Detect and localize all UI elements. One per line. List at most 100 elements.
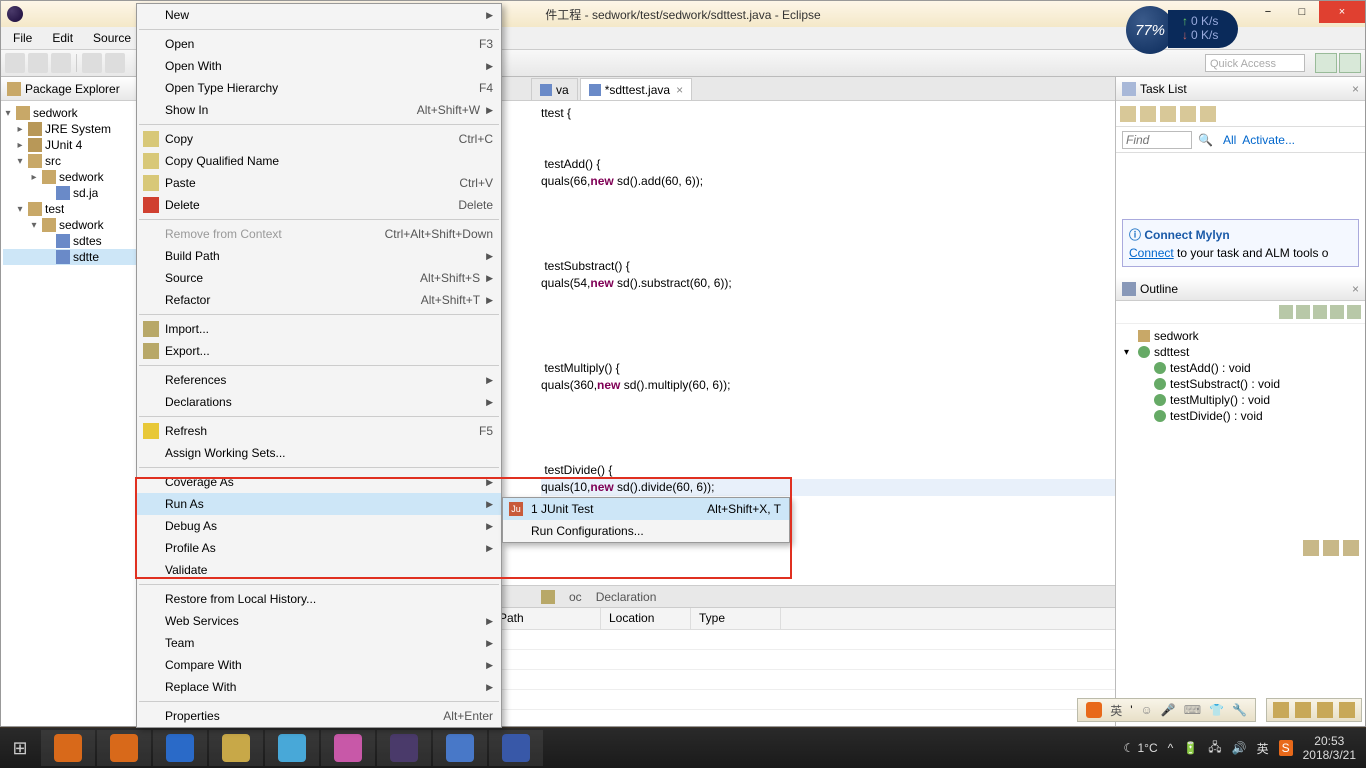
menu-item[interactable]: Import... bbox=[137, 318, 501, 340]
ime-toolbar[interactable]: 英 ' ☺ 🎤 ⌨ 👕 🔧 bbox=[1077, 698, 1256, 722]
menu-item[interactable]: Profile As▶ bbox=[137, 537, 501, 559]
taskbar-app[interactable] bbox=[97, 730, 151, 766]
menu-item[interactable]: Open Type HierarchyF4 bbox=[137, 77, 501, 99]
sort-icon[interactable] bbox=[1279, 305, 1293, 319]
menu-item[interactable]: Build Path▶ bbox=[137, 245, 501, 267]
menu-item[interactable]: New▶ bbox=[137, 4, 501, 26]
taskbar-app[interactable] bbox=[265, 730, 319, 766]
ime-mic-icon[interactable]: 🎤 bbox=[1161, 703, 1176, 717]
ime-extra-toolbar[interactable] bbox=[1266, 698, 1362, 722]
java-perspective-icon[interactable] bbox=[1315, 53, 1337, 73]
menu-item[interactable]: Show InAlt+Shift+W▶ bbox=[137, 99, 501, 121]
debug-icon[interactable] bbox=[82, 53, 102, 73]
outline-item[interactable]: ▾sdttest bbox=[1120, 344, 1361, 360]
taskbar-app[interactable] bbox=[321, 730, 375, 766]
menu-item[interactable]: DeleteDelete bbox=[137, 194, 501, 216]
menu-item[interactable]: Validate bbox=[137, 559, 501, 581]
menu-item[interactable]: RefactorAlt+Shift+T▶ bbox=[137, 289, 501, 311]
run-icon[interactable] bbox=[105, 53, 125, 73]
task-search-input[interactable] bbox=[1122, 131, 1192, 149]
connect-link[interactable]: Connect bbox=[1129, 246, 1174, 260]
outline-item[interactable]: testAdd() : void bbox=[1120, 360, 1361, 376]
menu-item[interactable]: Export... bbox=[137, 340, 501, 362]
column-header[interactable]: Path bbox=[491, 608, 601, 629]
menu-item[interactable]: Replace With▶ bbox=[137, 676, 501, 698]
menu-item[interactable]: Compare With▶ bbox=[137, 654, 501, 676]
menu-item[interactable]: Debug As▶ bbox=[137, 515, 501, 537]
weather-icon[interactable]: ☾ 1°C bbox=[1123, 741, 1157, 755]
outline-item[interactable]: sedwork bbox=[1120, 328, 1361, 344]
menu-item[interactable]: Restore from Local History... bbox=[137, 588, 501, 610]
column-header[interactable]: Type bbox=[691, 608, 781, 629]
menu-item[interactable]: References▶ bbox=[137, 369, 501, 391]
clock[interactable]: 20:532018/3/21 bbox=[1303, 734, 1356, 762]
outline-item[interactable]: testDivide() : void bbox=[1120, 408, 1361, 424]
menu-item[interactable]: Run As▶ bbox=[137, 493, 501, 515]
menu-item[interactable]: Assign Working Sets... bbox=[137, 442, 501, 464]
ime-extra-icon[interactable] bbox=[1273, 702, 1289, 718]
quick-access-input[interactable]: Quick Access bbox=[1205, 54, 1305, 72]
menu-item[interactable]: Declarations▶ bbox=[137, 391, 501, 413]
tasklist-tab[interactable]: Task List × bbox=[1116, 77, 1365, 101]
sogou-icon[interactable] bbox=[1086, 702, 1102, 718]
all-link[interactable]: All bbox=[1223, 133, 1236, 147]
network-icon[interactable]: 🖧 bbox=[1208, 738, 1221, 759]
menu-item[interactable]: CopyCtrl+C bbox=[137, 128, 501, 150]
close-button[interactable]: × bbox=[1319, 1, 1365, 23]
categorize-icon[interactable] bbox=[1140, 106, 1156, 122]
menu-file[interactable]: File bbox=[5, 29, 40, 47]
maximize-button[interactable]: □ bbox=[1285, 1, 1319, 23]
taskbar-app[interactable] bbox=[41, 730, 95, 766]
column-header[interactable]: Location bbox=[601, 608, 691, 629]
ime-indicator[interactable]: 英 bbox=[1257, 740, 1269, 757]
outline-tab[interactable]: Outline × bbox=[1116, 277, 1365, 301]
ime-skin-icon[interactable]: 👕 bbox=[1209, 703, 1224, 717]
volume-icon[interactable]: 🔊 bbox=[1232, 741, 1247, 755]
ime-tools-icon[interactable]: 🔧 bbox=[1232, 703, 1247, 717]
menu-item[interactable]: Copy Qualified Name bbox=[137, 150, 501, 172]
taskbar-app[interactable] bbox=[433, 730, 487, 766]
trim-icon[interactable] bbox=[1343, 540, 1359, 556]
taskbar-eclipse[interactable] bbox=[377, 730, 431, 766]
submenu-item[interactable]: Run Configurations... bbox=[503, 520, 789, 542]
menu-source[interactable]: Source bbox=[85, 29, 139, 47]
menu-item[interactable]: Coverage As▶ bbox=[137, 471, 501, 493]
outline-item[interactable]: testSubstract() : void bbox=[1120, 376, 1361, 392]
trim-icon[interactable] bbox=[1323, 540, 1339, 556]
collapse-icon[interactable] bbox=[1200, 106, 1216, 122]
sync-icon[interactable] bbox=[1180, 106, 1196, 122]
sogou-tray-icon[interactable]: S bbox=[1279, 740, 1293, 756]
editor-tab[interactable]: va bbox=[531, 78, 578, 100]
ime-extra-icon[interactable] bbox=[1339, 702, 1355, 718]
filter-icon[interactable] bbox=[1160, 106, 1176, 122]
hide-fields-icon[interactable] bbox=[1296, 305, 1310, 319]
ime-keyboard-icon[interactable]: ⌨ bbox=[1184, 703, 1201, 717]
new-task-icon[interactable] bbox=[1120, 106, 1136, 122]
editor-tab[interactable]: *sdttest.java× bbox=[580, 78, 692, 100]
search-icon[interactable]: 🔍 bbox=[1198, 133, 1213, 147]
hide-local-icon[interactable] bbox=[1347, 305, 1361, 319]
save-all-icon[interactable] bbox=[51, 53, 71, 73]
menu-edit[interactable]: Edit bbox=[44, 29, 81, 47]
taskbar-app[interactable] bbox=[153, 730, 207, 766]
start-button[interactable]: ⊞ bbox=[0, 728, 40, 768]
trim-icon[interactable] bbox=[1303, 540, 1319, 556]
menu-item[interactable]: Web Services▶ bbox=[137, 610, 501, 632]
menu-item[interactable]: OpenF3 bbox=[137, 33, 501, 55]
taskbar-app[interactable] bbox=[489, 730, 543, 766]
menu-item[interactable]: Team▶ bbox=[137, 632, 501, 654]
menu-item[interactable]: PropertiesAlt+Enter bbox=[137, 705, 501, 727]
ime-punct-icon[interactable]: ' bbox=[1130, 703, 1132, 717]
javaee-perspective-icon[interactable] bbox=[1339, 53, 1361, 73]
ime-extra-icon[interactable] bbox=[1317, 702, 1333, 718]
ime-extra-icon[interactable] bbox=[1295, 702, 1311, 718]
outline-item[interactable]: testMultiply() : void bbox=[1120, 392, 1361, 408]
hide-static-icon[interactable] bbox=[1313, 305, 1327, 319]
minimize-button[interactable]: − bbox=[1251, 1, 1285, 23]
taskbar-app[interactable] bbox=[209, 730, 263, 766]
bottom-tab[interactable]: Declaration bbox=[596, 590, 657, 604]
activate-link[interactable]: Activate... bbox=[1242, 133, 1295, 147]
menu-item[interactable]: SourceAlt+Shift+S▶ bbox=[137, 267, 501, 289]
menu-item[interactable]: RefreshF5 bbox=[137, 420, 501, 442]
ime-lang[interactable]: 英 bbox=[1110, 702, 1122, 719]
